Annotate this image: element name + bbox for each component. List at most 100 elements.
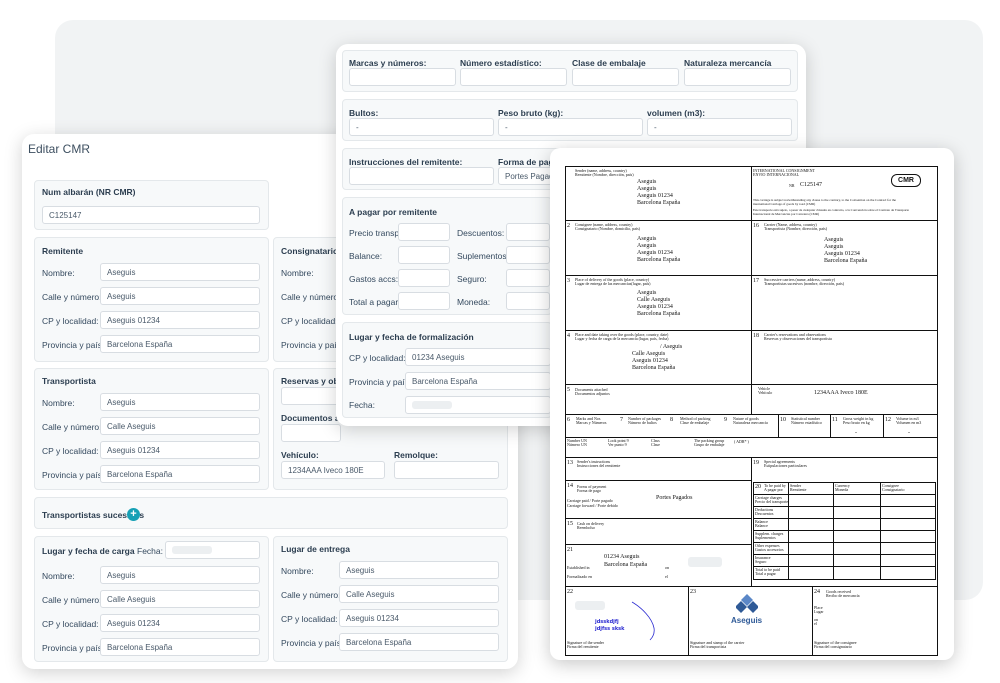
seguro-label: Seguro: [457, 274, 487, 284]
instrucciones-label: Instrucciones del remitente: [349, 157, 463, 167]
gastos-input[interactable] [398, 269, 450, 287]
c10-sub: Número estadístico [791, 420, 822, 425]
remitente-cp-input[interactable]: Aseguis 01234 [100, 311, 260, 329]
total-input[interactable] [398, 292, 450, 310]
embalaje-input[interactable] [572, 68, 679, 86]
lugar-carga-prov-input[interactable]: Barcelona España [100, 638, 260, 656]
b20-consignee-sub: Consignatario [882, 487, 905, 492]
precio-input[interactable] [398, 223, 450, 241]
volumen-label: volumen (m3): [647, 108, 706, 118]
b23-num: 23 [690, 589, 696, 595]
moneda-input[interactable] [506, 292, 550, 310]
lugar-entrega-cp-label: CP y localidad: [281, 614, 338, 624]
b16-num: 16 [753, 223, 759, 229]
b14-sub: Forma de pago [577, 488, 601, 493]
formalizacion-cp-label: CP y localidad: [349, 353, 406, 363]
b2-sub: Consignatario (Nombre, domicilio, país) [575, 226, 640, 231]
transportista-prov-input[interactable]: Barcelona España [100, 465, 260, 483]
formalizacion-prov-input[interactable]: Barcelona España [405, 372, 551, 390]
instrucciones-input[interactable] [349, 167, 494, 185]
hdr-text4: Internacional de Mercancías por Carreter… [753, 212, 819, 216]
blurred-stamp [575, 601, 605, 610]
c12-num: 12 [885, 417, 891, 423]
c12-sub: Volumen en m3 [896, 420, 922, 425]
vehiculo-input[interactable]: 1234AAA Iveco 180E [281, 461, 385, 479]
b2-num: 2 [567, 223, 570, 229]
balance-input[interactable] [398, 246, 450, 264]
documentos-input[interactable] [281, 424, 341, 442]
b1-sub: Remitente (Nombre, dirección, país) [575, 172, 634, 177]
hdr-line2: ENVIO INTERNACIONAL [753, 172, 800, 177]
p2s: Descuentos [755, 511, 774, 516]
b14-value: Portes Pagados [656, 495, 693, 501]
lugar-entrega-cp-input[interactable]: Aseguis 01234 [339, 609, 499, 627]
add-successive-carrier-button[interactable]: + [127, 508, 140, 521]
vehicle-value: 1234AAA Iveco 180E [814, 390, 868, 396]
b20-num: 20 [755, 484, 761, 490]
pagar-heading: A pagar por remitente [349, 207, 438, 217]
lugar-carga-fecha-label: Fecha: [137, 546, 163, 556]
c9-sub: Naturaleza mercancía [733, 420, 768, 425]
b15-num: 15 [567, 521, 573, 527]
page-title: Editar CMR [28, 142, 91, 156]
b22-num: 22 [567, 589, 573, 595]
remitente-nombre-input[interactable]: Aseguis [100, 263, 260, 281]
aseguis-logo-text: Aseguis [731, 616, 763, 625]
bultos-input[interactable]: - [349, 118, 494, 136]
b3-sub: Lugar de entrega de las mercancías(lugar… [575, 281, 651, 286]
b4-line4: Barcelona España [632, 365, 676, 371]
seguro-input[interactable] [506, 269, 550, 287]
cmr-document: Sender (name, address, country) Remitent… [550, 148, 954, 660]
b18-num: 18 [753, 333, 759, 339]
lugar-entrega-calle-label: Calle y número: [281, 590, 341, 600]
forma-pago-select[interactable]: Portes Pagados [498, 167, 558, 185]
nr-value: C125147 [800, 182, 823, 188]
descuentos-input[interactable] [506, 223, 550, 241]
c12-value: - [908, 430, 910, 436]
cmr-badge: CMR [891, 174, 921, 187]
transportista-nombre-input[interactable]: Aseguis [100, 393, 260, 411]
albaran-input[interactable]: C125147 [42, 206, 260, 224]
b21-established: Established in [567, 565, 590, 570]
marcas-input[interactable] [349, 68, 456, 86]
lugar-entrega-prov-input[interactable]: Barcelona España [339, 633, 499, 651]
un1s: Número UN [567, 442, 587, 447]
estadistico-input[interactable] [460, 68, 567, 86]
remitente-prov-input[interactable]: Barcelona España [100, 335, 260, 353]
bultos-label: Bultos: [349, 108, 379, 118]
sender-signature-text1: jdsskdjfj [595, 619, 619, 625]
b21-num: 21 [567, 547, 573, 553]
peso-input[interactable]: - [498, 118, 643, 136]
lugar-entrega-calle-input[interactable]: Calle Aseguis [339, 585, 499, 603]
transportista-calle-input[interactable]: Calle Aseguis [100, 417, 260, 435]
lugar-carga-fecha-input[interactable] [165, 541, 260, 559]
reservas-input[interactable] [281, 387, 341, 405]
transportista-cp-input[interactable]: Aseguis 01234 [100, 441, 260, 459]
formalizacion-cp-input[interactable]: 01234 Aseguis [405, 348, 551, 366]
p4s: Suplementos [755, 535, 776, 540]
lugar-carga-prov-label: Provincia y país: [42, 643, 105, 653]
suplementos-input[interactable] [506, 246, 550, 264]
remitente-nombre-label: Nombre: [42, 268, 75, 278]
b2-line4: Barcelona España [637, 257, 681, 263]
remolque-input[interactable] [394, 461, 499, 479]
sender-signature-text2: jdjfss sksk [595, 626, 625, 632]
c7-sub: Número de bultos [628, 420, 657, 425]
s22-sub: Firma del remitente [567, 644, 599, 649]
embalaje-label: Clase de embalaje [572, 58, 646, 68]
sender-signature-scribble [631, 601, 655, 641]
lugar-entrega-nombre-input[interactable]: Aseguis [339, 561, 499, 579]
remitente-calle-input[interactable]: Aseguis [100, 287, 260, 305]
lugar-carga-cp-input[interactable]: Aseguis 01234 [100, 614, 260, 632]
blurred-date [412, 401, 452, 409]
naturaleza-input[interactable] [684, 68, 791, 86]
un4s: Grupo de embalaje [694, 442, 725, 447]
lugar-carga-calle-input[interactable]: Calle Aseguis [100, 590, 260, 608]
lugar-entrega-nombre-label: Nombre: [281, 566, 314, 576]
c8-num: 8 [670, 417, 673, 423]
formalizacion-fecha-input[interactable] [405, 396, 551, 414]
volumen-input[interactable]: - [647, 118, 792, 136]
p7s: Total a pagar [755, 571, 776, 576]
consignatario-calle-label: Calle y número: [281, 292, 341, 302]
lugar-carga-nombre-input[interactable]: Aseguis [100, 566, 260, 584]
